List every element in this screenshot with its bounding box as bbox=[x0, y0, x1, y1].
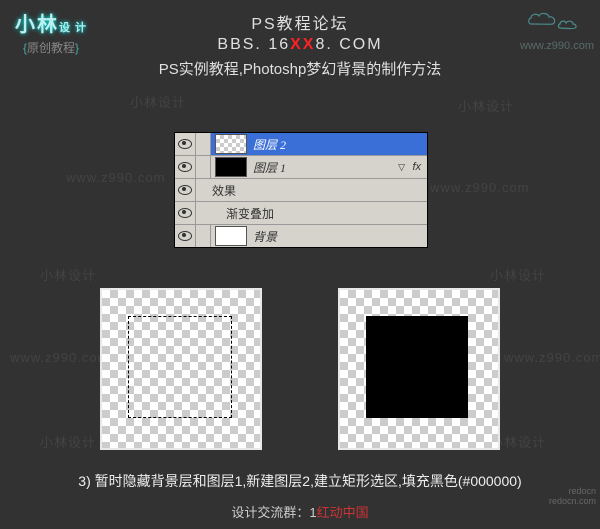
header-subtitle: PS实例教程,Photoshp梦幻背景的制作方法 bbox=[0, 58, 600, 79]
logo-name: 小林 bbox=[15, 14, 59, 36]
corner-url: www.z990.com bbox=[520, 40, 594, 52]
effect-row[interactable]: 渐变叠加 bbox=[175, 202, 427, 225]
watermark: 小林设计 bbox=[40, 265, 96, 284]
logo-design: 设 计 bbox=[59, 22, 87, 34]
watermark-url: www.z990.com bbox=[66, 170, 165, 185]
effect-label: 效果 bbox=[196, 182, 427, 199]
sample-canvas-right bbox=[338, 288, 500, 450]
logo-title: 小林设 计 bbox=[6, 8, 96, 37]
layer-thumbnail bbox=[215, 134, 247, 154]
eye-icon bbox=[178, 185, 192, 195]
footer-text: 设计交流群：1 bbox=[231, 505, 316, 520]
visibility-toggle[interactable] bbox=[175, 225, 196, 247]
link-col[interactable] bbox=[196, 133, 211, 155]
link-col[interactable] bbox=[196, 156, 211, 178]
eye-icon bbox=[178, 139, 192, 149]
step-instruction: 3) 暂时隐藏背景层和图层1,新建图层2,建立矩形选区,填充黑色(#000000… bbox=[0, 471, 600, 491]
footer-brand: 红动中国 bbox=[317, 505, 369, 520]
link-col[interactable] bbox=[196, 225, 211, 247]
redocn-watermark: redocn redocn.com bbox=[549, 487, 596, 507]
watermark: 小林设计 bbox=[490, 265, 546, 284]
layer-label: 图层 2 bbox=[251, 136, 427, 153]
sample-canvas-left bbox=[100, 288, 262, 450]
watermark-url: www.z990.com bbox=[430, 180, 529, 195]
layer-thumbnail bbox=[215, 157, 247, 177]
fx-badge: fx bbox=[412, 161, 421, 173]
layer-thumbnail bbox=[215, 226, 247, 246]
layers-panel: 图层 2 图层 1 ▽ fx 效果 渐变叠加 背景 bbox=[174, 132, 428, 248]
watermark-url: www.z990.com bbox=[10, 350, 109, 365]
visibility-toggle[interactable] bbox=[175, 179, 196, 201]
logo-subtitle: {原创教程} bbox=[6, 39, 96, 56]
watermark: 小林设计 bbox=[458, 96, 514, 115]
cloud-decoration-icon bbox=[526, 8, 586, 32]
logo-badge: 小林设 计 {原创教程} bbox=[6, 6, 96, 56]
visibility-toggle[interactable] bbox=[175, 202, 196, 224]
layer-label: 背景 bbox=[251, 228, 427, 245]
footer: 设计交流群：1红动中国 bbox=[0, 502, 600, 521]
visibility-toggle[interactable] bbox=[175, 156, 196, 178]
expand-arrow-icon[interactable]: ▽ bbox=[398, 162, 405, 173]
selection-marquee-filled bbox=[366, 316, 468, 418]
visibility-toggle[interactable] bbox=[175, 133, 196, 155]
watermark-url: www.z990.com bbox=[504, 350, 600, 365]
layer-row[interactable]: 图层 2 bbox=[175, 133, 427, 156]
eye-icon bbox=[178, 231, 192, 241]
effect-label: 渐变叠加 bbox=[196, 205, 427, 222]
layer-row[interactable]: 图层 1 ▽ fx bbox=[175, 156, 427, 179]
effect-row[interactable]: 效果 bbox=[175, 179, 427, 202]
eye-icon bbox=[178, 208, 192, 218]
selection-marquee bbox=[128, 316, 232, 418]
watermark: 小林设计 bbox=[130, 92, 186, 111]
watermark: 小林设计 bbox=[40, 432, 96, 451]
eye-icon bbox=[178, 162, 192, 172]
layer-row[interactable]: 背景 bbox=[175, 225, 427, 247]
